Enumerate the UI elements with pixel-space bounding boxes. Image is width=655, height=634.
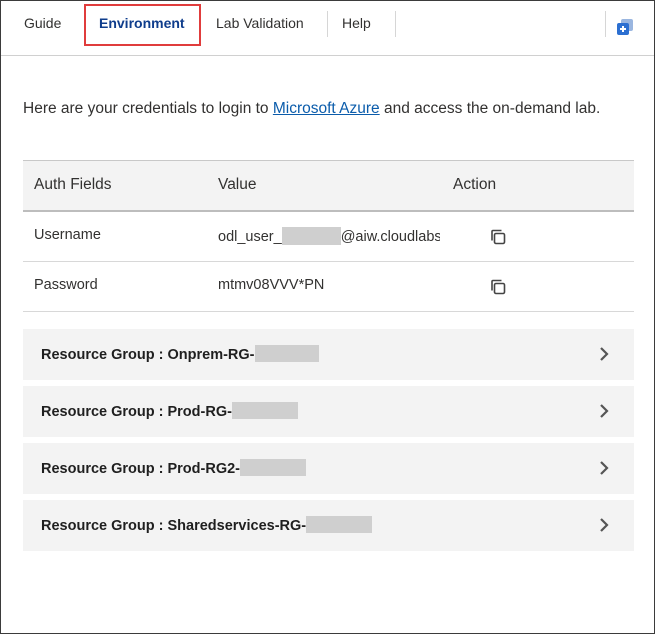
tab-guide[interactable]: Guide xyxy=(24,13,61,33)
resource-group-name: Resource Group : Onprem-RG- xyxy=(41,347,255,363)
intro-prefix: Here are your credentials to login to xyxy=(23,100,273,117)
resource-group-label: Resource Group : Onprem-RG- xyxy=(41,345,319,363)
header-action: Action xyxy=(453,176,497,193)
tab-divider xyxy=(327,11,328,37)
resource-group-prod2[interactable]: Resource Group : Prod-RG2- xyxy=(23,443,634,494)
redacted-block xyxy=(281,227,341,245)
username-prefix: odl_user_ xyxy=(218,229,282,245)
credentials-table: Auth Fields Value Action Username odl_us… xyxy=(23,160,634,312)
intro-text: Here are your credentials to login to Mi… xyxy=(23,98,643,120)
redacted-block xyxy=(240,459,306,476)
resource-group-onprem[interactable]: Resource Group : Onprem-RG- xyxy=(23,329,634,380)
copy-icon[interactable] xyxy=(489,278,507,296)
tab-lab-validation[interactable]: Lab Validation xyxy=(216,13,304,33)
chevron-right-icon xyxy=(600,404,609,418)
resource-group-label: Resource Group : Prod-RG- xyxy=(41,402,298,420)
header-auth-fields: Auth Fields xyxy=(34,176,112,193)
popout-window-icon[interactable] xyxy=(616,18,634,36)
resource-group-label: Resource Group : Prod-RG2- xyxy=(41,459,306,477)
redacted-block xyxy=(306,516,373,533)
resource-group-prod[interactable]: Resource Group : Prod-RG- xyxy=(23,386,634,437)
password-text: mtmv08VVV*PN xyxy=(218,277,325,293)
field-password-label: Password xyxy=(34,277,98,293)
lab-panel: Guide Environment Lab Validation Help He… xyxy=(0,0,655,634)
tab-divider xyxy=(395,11,396,37)
password-value: mtmv08VVV*PN xyxy=(218,277,440,297)
resource-group-label: Resource Group : Sharedservices-RG- xyxy=(41,516,373,534)
table-row-password: Password mtmv08VVV*PN xyxy=(23,262,634,312)
tab-bar: Guide Environment Lab Validation Help xyxy=(1,1,654,56)
resource-group-name: Resource Group : Sharedservices-RG- xyxy=(41,518,307,534)
chevron-right-icon xyxy=(600,461,609,475)
redacted-block xyxy=(231,402,298,419)
chevron-right-icon xyxy=(600,518,609,532)
redacted-block xyxy=(254,345,319,362)
microsoft-azure-link[interactable]: Microsoft Azure xyxy=(273,100,380,117)
tab-help[interactable]: Help xyxy=(342,13,371,33)
field-username-label: Username xyxy=(34,227,101,243)
resource-group-sharedservices[interactable]: Resource Group : Sharedservices-RG- xyxy=(23,500,634,551)
table-row-username: Username odl_user_ @aiw.cloudlabs.ai xyxy=(23,212,634,262)
chevron-right-icon xyxy=(600,347,609,361)
table-header: Auth Fields Value Action xyxy=(23,161,634,212)
tab-divider xyxy=(605,11,606,37)
resource-group-name: Resource Group : Prod-RG2- xyxy=(41,461,240,477)
intro-suffix: and access the on-demand lab. xyxy=(379,100,601,117)
environment-tab-highlight xyxy=(84,4,201,46)
username-value: odl_user_ @aiw.cloudlabs.ai xyxy=(218,227,440,247)
username-suffix: @aiw.cloudlabs.ai xyxy=(340,229,440,245)
resource-group-name: Resource Group : Prod-RG- xyxy=(41,404,232,420)
copy-icon[interactable] xyxy=(489,228,507,246)
header-value: Value xyxy=(218,176,257,193)
